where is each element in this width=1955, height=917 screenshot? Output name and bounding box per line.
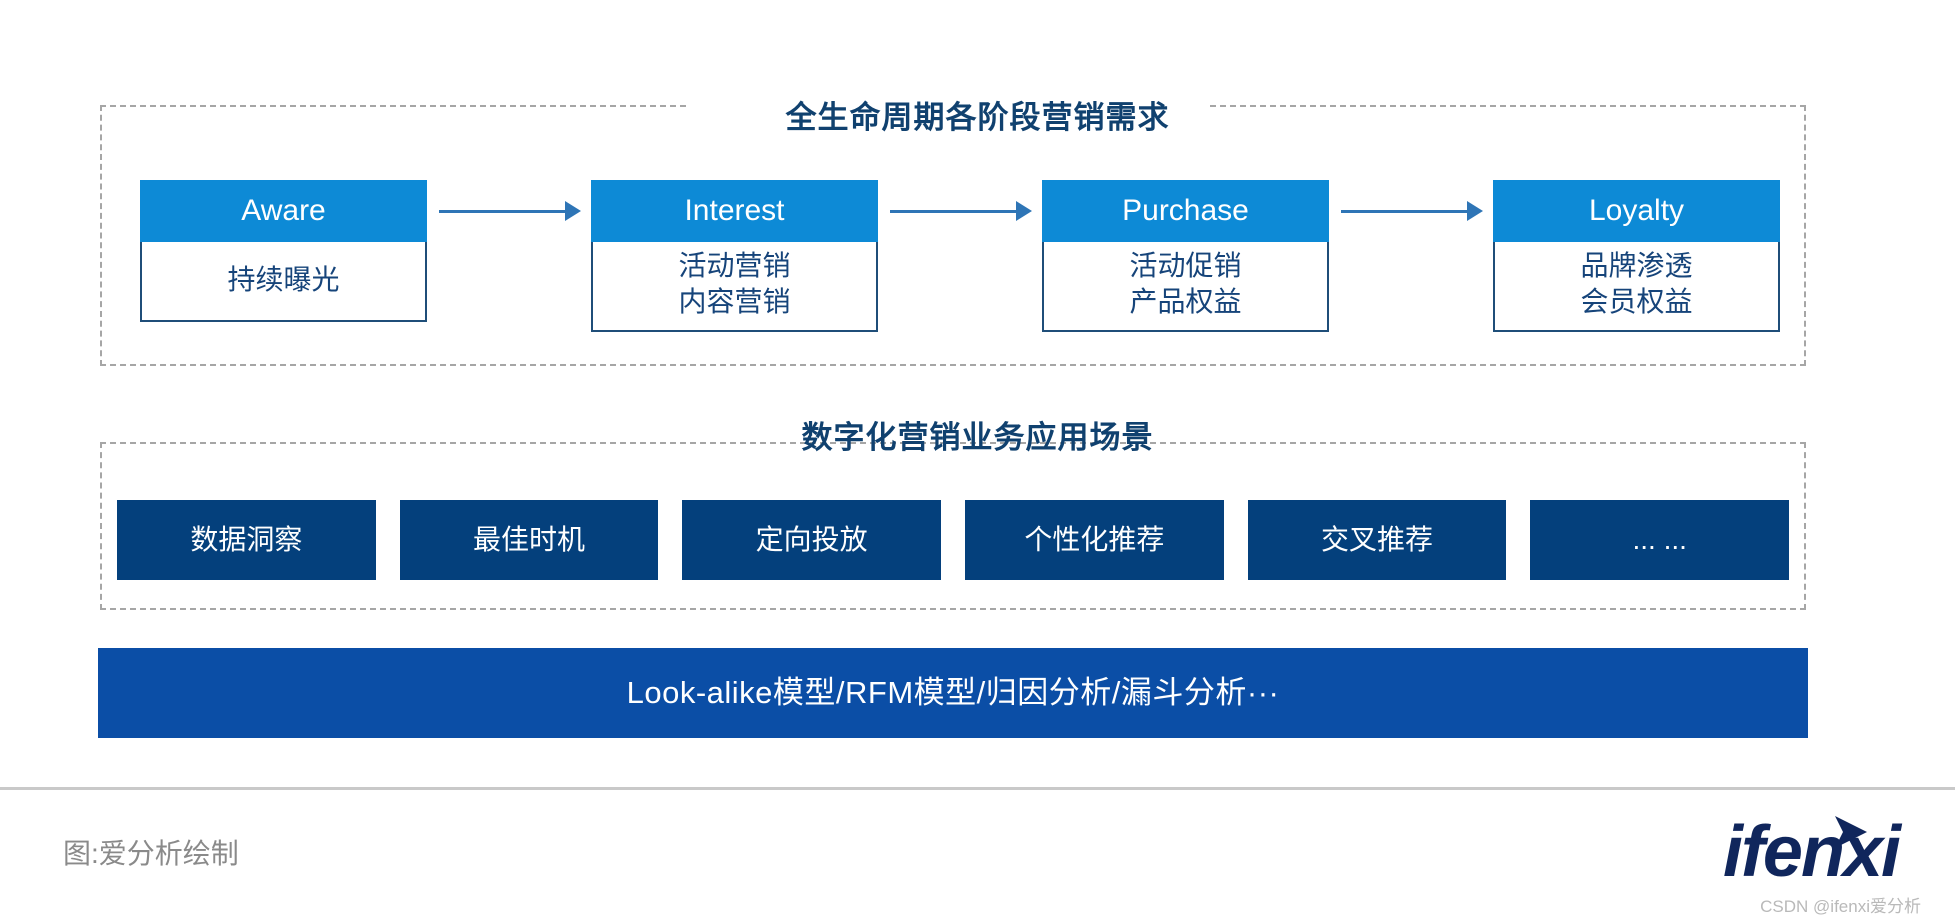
- stage-body-aware: 持续曝光: [140, 242, 427, 322]
- stage-header-loyalty: Loyalty: [1493, 180, 1780, 242]
- stage-body-purchase: 活动促销 产品权益: [1042, 242, 1329, 332]
- stage-card-interest[interactable]: Interest 活动营销 内容营销: [591, 180, 878, 332]
- scenario-box-data-insight[interactable]: 数据洞察: [117, 500, 376, 580]
- stage-detail-line: 品牌渗透: [1580, 250, 1693, 281]
- lifecycle-section-title: 全生命周期各阶段营销需求: [785, 100, 1170, 135]
- scenario-box-personalization[interactable]: 个性化推荐: [965, 500, 1224, 580]
- scenario-box-cross-sell[interactable]: 交叉推荐: [1247, 500, 1507, 580]
- lifecycle-stage-row: Aware 持续曝光 Interest 活动营销 内容营销 Purchase 活…: [140, 180, 1780, 345]
- arrow-head: [565, 201, 581, 221]
- arrow-shaft: [1341, 210, 1471, 213]
- footer-divider: [0, 787, 1955, 790]
- arrow-interest-to-purchase-icon: [878, 180, 1042, 242]
- scenario-box-best-timing[interactable]: 最佳时机: [399, 500, 659, 580]
- stage-detail-line: 持续曝光: [227, 264, 340, 295]
- stage-detail-line: 产品权益: [1129, 286, 1242, 317]
- arrow-purchase-to-loyalty-icon: [1329, 180, 1493, 242]
- arrow-shaft: [890, 210, 1020, 213]
- stage-header-interest: Interest: [591, 180, 878, 242]
- stage-header-purchase: Purchase: [1042, 180, 1329, 242]
- scenario-box-row: 数据洞察 最佳时机 定向投放 个性化推荐 交叉推荐 ... ...: [117, 500, 1790, 580]
- stage-body-loyalty: 品牌渗透 会员权益: [1493, 242, 1780, 332]
- brand-wordmark: ifenxi: [1722, 812, 1901, 892]
- stage-card-purchase[interactable]: Purchase 活动促销 产品权益: [1042, 180, 1329, 332]
- stage-detail-line: 内容营销: [678, 286, 791, 317]
- arrow-head: [1016, 201, 1032, 221]
- scenario-box-more-ellipsis[interactable]: ... ...: [1530, 500, 1790, 580]
- arrow-shaft: [439, 210, 569, 213]
- scenario-section-title: 数字化营销业务应用场景: [801, 420, 1154, 455]
- stage-detail-line: 会员权益: [1580, 286, 1693, 317]
- stage-header-aware: Aware: [140, 180, 427, 242]
- stage-body-interest: 活动营销 内容营销: [591, 242, 878, 332]
- arrow-aware-to-interest-icon: [427, 180, 591, 242]
- stage-detail-line: 活动营销: [678, 250, 791, 281]
- csdn-watermark: CSDN @ifenxi爱分析: [1760, 897, 1921, 916]
- models-foundation-bar: Look-alike模型/RFM模型/归因分析/漏斗分析···: [98, 648, 1808, 738]
- stage-detail-line: 活动促销: [1129, 250, 1242, 281]
- scenario-box-targeted-delivery[interactable]: 定向投放: [682, 500, 942, 580]
- stage-card-loyalty[interactable]: Loyalty 品牌渗透 会员权益: [1493, 180, 1780, 332]
- stage-card-aware[interactable]: Aware 持续曝光: [140, 180, 427, 322]
- arrow-head: [1467, 201, 1483, 221]
- footer-source-caption: 图:爱分析绘制: [63, 838, 239, 869]
